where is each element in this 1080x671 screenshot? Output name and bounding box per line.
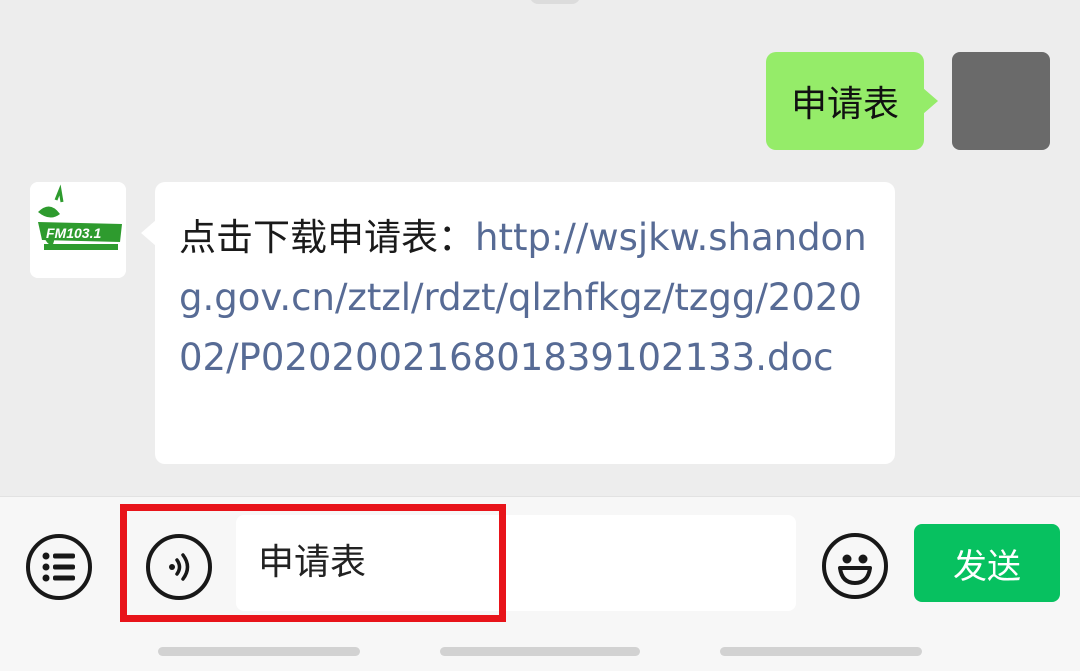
chat-area: 申请表 FM103.1 点击下载申请表：http://wsjkw.shandon… <box>0 0 1080 496</box>
panel-handle <box>440 647 640 656</box>
panel-handle <box>720 647 922 656</box>
pull-indicator <box>530 0 580 4</box>
self-avatar[interactable] <box>952 52 1050 150</box>
received-message-text: 点击下载申请表： <box>179 216 475 259</box>
sent-message-bubble[interactable]: 申请表 <box>766 52 938 150</box>
received-message-bubble: 点击下载申请表：http://wsjkw.shandong.gov.cn/ztz… <box>141 182 895 464</box>
emoji-icon <box>838 554 872 585</box>
bot-avatar[interactable]: FM103.1 <box>30 182 126 278</box>
highlight-box <box>120 504 506 622</box>
send-button[interactable]: 发送 <box>914 524 1060 602</box>
menu-button[interactable] <box>26 534 92 600</box>
panel-handle <box>158 647 360 656</box>
sent-message-text: 申请表 <box>790 84 899 125</box>
list-icon <box>42 552 75 582</box>
send-button-label: 发送 <box>953 546 1021 587</box>
emoji-button[interactable] <box>822 533 888 599</box>
fm-logo-icon: FM103.1 <box>30 182 126 278</box>
input-toolbar: 申请表 发送 <box>0 496 1080 671</box>
bot-avatar-text: FM103.1 <box>46 225 101 241</box>
